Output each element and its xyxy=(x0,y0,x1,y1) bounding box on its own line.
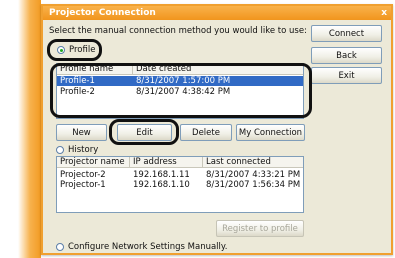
profile-row-date: 8/31/2007 1:57:00 PM xyxy=(136,76,231,86)
history-row-name: Projector-1 xyxy=(60,180,106,190)
left-orange-border xyxy=(0,0,41,258)
window-title: Projector Connection xyxy=(49,8,156,18)
column-header-date-created[interactable]: Date created xyxy=(133,64,303,75)
exit-button[interactable]: Exit xyxy=(311,67,382,84)
profile-row[interactable]: Profile-2 8/31/2007 4:38:42 PM xyxy=(57,87,303,97)
new-button[interactable]: New xyxy=(56,124,107,141)
history-row[interactable]: Projector-2 192.168.1.11 8/31/2007 4:33:… xyxy=(57,170,303,180)
history-row-last: 8/31/2007 4:33:21 PM xyxy=(206,170,301,180)
profile-row-name: Profile-2 xyxy=(60,87,95,97)
column-header-projector-name[interactable]: Projector name xyxy=(57,157,130,168)
history-radio-label: History xyxy=(68,145,99,155)
network-settings-label: Configure Network Settings Manually. xyxy=(68,242,228,252)
history-list[interactable]: Projector name IP address Last connected… xyxy=(56,156,304,213)
profile-radio[interactable] xyxy=(57,46,65,54)
profile-row[interactable]: Profile-1 8/31/2007 1:57:00 PM xyxy=(57,76,303,86)
delete-button[interactable]: Delete xyxy=(180,124,232,141)
profile-row-name: Profile-1 xyxy=(60,76,95,86)
history-row-ip: 192.168.1.11 xyxy=(133,170,190,180)
column-header-last-connected[interactable]: Last connected xyxy=(203,157,303,168)
profile-row-date: 8/31/2007 4:38:42 PM xyxy=(136,87,231,97)
network-settings-radio[interactable] xyxy=(56,243,64,251)
profile-list[interactable]: Profile name Date created Profile-1 8/31… xyxy=(56,63,304,119)
history-row-name: Projector-2 xyxy=(60,170,106,180)
connect-button[interactable]: Connect xyxy=(311,25,382,42)
edit-button[interactable]: Edit xyxy=(117,124,172,141)
column-header-profile-name[interactable]: Profile name xyxy=(57,64,133,75)
projector-connection-dialog: Projector Connection x Select the manual… xyxy=(41,4,393,255)
history-row-ip: 192.168.1.10 xyxy=(133,180,190,190)
my-connection-button[interactable]: My Connection xyxy=(236,124,305,141)
title-bar: Projector Connection x xyxy=(43,6,391,20)
register-to-profile-button[interactable]: Register to profile xyxy=(216,220,304,237)
history-row[interactable]: Projector-1 192.168.1.10 8/31/2007 1:56:… xyxy=(57,180,303,190)
column-header-ip-address[interactable]: IP address xyxy=(130,157,203,168)
history-radio[interactable] xyxy=(56,146,64,154)
instruction-text: Select the manual connection method you … xyxy=(49,26,307,36)
profile-radio-label: Profile xyxy=(69,45,96,55)
history-row-last: 8/31/2007 1:56:34 PM xyxy=(206,180,301,190)
back-button[interactable]: Back xyxy=(311,47,382,64)
close-icon[interactable]: x xyxy=(381,6,387,20)
